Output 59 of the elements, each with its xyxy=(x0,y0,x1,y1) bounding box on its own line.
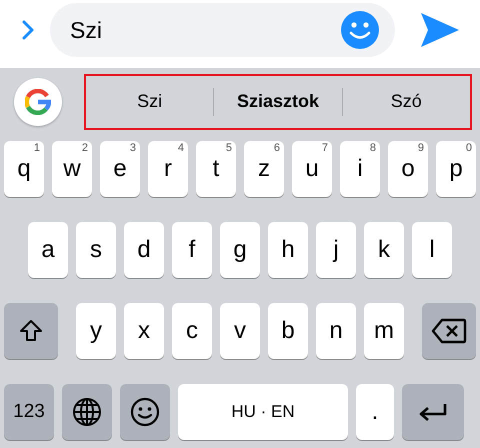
key-hint: 3 xyxy=(130,142,136,154)
letter-key[interactable]: d xyxy=(124,222,164,278)
space-bar[interactable]: HU · EN xyxy=(178,384,348,440)
letter-key[interactable]: n xyxy=(316,303,356,359)
letter-key[interactable]: 2 w xyxy=(52,141,92,197)
typed-text: Szi xyxy=(70,16,103,44)
letter-key[interactable]: b xyxy=(268,303,308,359)
letter-key[interactable]: k xyxy=(364,222,404,278)
letter-key[interactable]: 0 p xyxy=(436,141,476,197)
suggestion[interactable]: Sziasztok xyxy=(214,85,342,118)
letter-key[interactable]: l xyxy=(412,222,452,278)
key-hint: 0 xyxy=(466,142,472,154)
globe-icon xyxy=(72,397,102,427)
letter-key[interactable]: 1 q xyxy=(4,141,44,197)
letter-key[interactable]: m xyxy=(364,303,404,359)
emoji-key[interactable] xyxy=(120,384,170,440)
letter-key[interactable]: c xyxy=(172,303,212,359)
letter-key[interactable]: 7 u xyxy=(292,141,332,197)
letter-key[interactable]: 6 z xyxy=(244,141,284,197)
shift-icon xyxy=(19,319,43,343)
key-hint: 9 xyxy=(418,142,424,154)
key-hint: 7 xyxy=(322,142,328,154)
backspace-key[interactable] xyxy=(422,303,476,359)
message-field[interactable]: Szi xyxy=(50,3,395,57)
google-icon xyxy=(25,88,51,114)
letter-key[interactable]: 4 r xyxy=(148,141,188,197)
smiley-icon xyxy=(130,397,160,427)
letter-key[interactable]: 3 e xyxy=(100,141,140,197)
letter-key[interactable]: y xyxy=(76,303,116,359)
letter-key[interactable]: 8 i xyxy=(340,141,380,197)
letter-key[interactable]: . xyxy=(356,384,394,440)
letter-key[interactable]: h xyxy=(268,222,308,278)
send-icon[interactable] xyxy=(420,12,460,48)
letter-key[interactable]: s xyxy=(76,222,116,278)
letter-key[interactable]: 9 o xyxy=(388,141,428,197)
shift-key[interactable] xyxy=(4,303,58,359)
key-hint: 8 xyxy=(370,142,376,154)
smiley-icon[interactable] xyxy=(341,11,379,49)
letter-key[interactable]: 5 t xyxy=(196,141,236,197)
google-button[interactable] xyxy=(14,78,62,126)
numbers-key[interactable]: 123 xyxy=(4,384,54,440)
key-hint: 1 xyxy=(34,142,40,154)
return-key[interactable] xyxy=(402,384,464,440)
chevron-icon[interactable] xyxy=(22,20,34,40)
letter-key[interactable]: x xyxy=(124,303,164,359)
globe-key[interactable] xyxy=(62,384,112,440)
key-hint: 5 xyxy=(226,142,232,154)
suggestion[interactable]: Szi xyxy=(86,85,214,118)
letter-key[interactable]: g xyxy=(220,222,260,278)
key-hint: 6 xyxy=(274,142,280,154)
key-hint: 2 xyxy=(82,142,88,154)
key-hint: 4 xyxy=(178,142,184,154)
letter-key[interactable]: f xyxy=(172,222,212,278)
letter-key[interactable]: v xyxy=(220,303,260,359)
suggestion[interactable]: Szó xyxy=(342,85,470,118)
backspace-icon xyxy=(431,318,467,344)
letter-key[interactable]: j xyxy=(316,222,356,278)
return-icon xyxy=(418,402,448,422)
letter-key[interactable]: a xyxy=(28,222,68,278)
